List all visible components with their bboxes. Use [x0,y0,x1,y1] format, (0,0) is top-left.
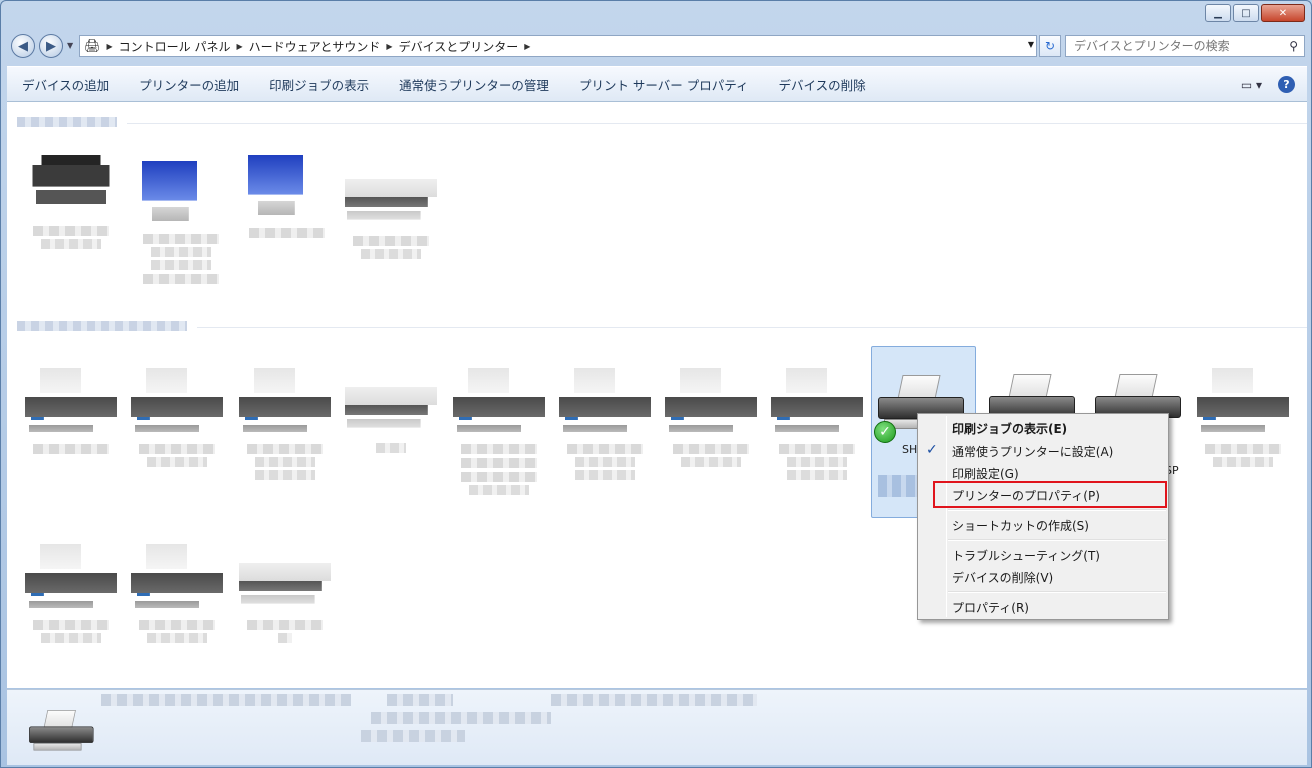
printer-icon [25,368,117,440]
printer-tile[interactable] [235,368,335,480]
manage-default-printers-button[interactable]: 通常使うプリンターの管理 [384,75,564,94]
check-icon: ✓ [926,442,938,458]
remove-device-button[interactable]: デバイスの削除 [764,75,881,94]
view-icon: ▭ ▾ [1240,77,1262,92]
menu-item-printing-preferences[interactable]: 印刷設定(G) [952,465,1019,482]
computer-icon [241,152,333,224]
device-icon [25,150,117,222]
forward-button[interactable]: ▶ [39,34,63,58]
help-icon: ? [1283,78,1290,91]
breadcrumb-hardware-sound[interactable]: ハードウェアとサウンド [245,38,385,55]
device-tile[interactable] [237,152,337,238]
chevron-down-icon: ▼ [67,41,74,50]
printer-icon [665,368,757,440]
device-tile[interactable] [341,160,441,259]
printer-icon [25,544,117,616]
view-options-button[interactable]: ▭ ▾ [1241,78,1262,92]
device-tile[interactable] [131,158,231,284]
breadcrumb-devices-printers[interactable]: デバイスとプリンター [395,38,523,55]
details-pane [7,689,1307,765]
maximize-button[interactable]: □ [1233,4,1259,22]
refresh-button[interactable]: ↻ [1039,35,1061,57]
printer-tile[interactable] [767,368,867,480]
command-bar-right: ▭ ▾ ? [1241,76,1295,93]
printer-tile[interactable] [555,368,655,480]
menu-item-properties[interactable]: プロパティ(R) [952,599,1029,616]
back-button[interactable]: ◀ [11,34,35,58]
chevron-right-icon: ▶ [236,41,243,51]
navigation-row: ◀ ▶ ▼ 🖨 ▶ コントロール パネル ▶ ハードウェアとサウンド ▶ デバイ… [9,31,1305,61]
refresh-icon: ↻ [1044,39,1056,53]
printer-tile[interactable] [127,368,227,467]
menu-item-see-print-jobs[interactable]: 印刷ジョブの表示(E) [952,420,1067,437]
arrow-left-icon: ◀ [18,38,28,54]
address-dropdown-icon[interactable]: ▼ [1028,40,1034,49]
printer-tile[interactable] [449,368,549,495]
printer-icon [131,544,223,616]
caption-buttons: ▁ □ ✕ [1205,4,1305,22]
printers-group-header [17,318,1307,334]
context-menu: ✓ 印刷ジョブの表示(E) 通常使うプリンターに設定(A) 印刷設定(G) プリ… [917,413,1169,620]
selected-printer-label: SH [902,443,918,456]
close-button[interactable]: ✕ [1261,4,1305,22]
printer-tile[interactable] [1193,368,1293,467]
printer-icon [559,368,651,440]
printer-icon [239,544,331,616]
menu-item-remove-device[interactable]: デバイスの削除(V) [952,569,1053,586]
highlight-box [933,481,1167,508]
recent-pages-dropdown[interactable]: ▼ [67,41,73,50]
printer-icon [771,368,863,440]
menu-item-create-shortcut[interactable]: ショートカットの作成(S) [952,517,1089,534]
printer-tile[interactable] [235,544,335,643]
printer-tile[interactable] [661,368,761,467]
device-tile[interactable] [21,150,121,249]
printer-icon [345,368,437,440]
search-icon[interactable]: ⚲ [1289,39,1298,53]
printer-icon [131,368,223,440]
search-input[interactable] [1074,39,1284,53]
add-device-button[interactable]: デバイスの追加 [7,75,124,94]
printer-icon [1197,368,1289,440]
search-box[interactable]: ⚲ [1065,35,1305,57]
breadcrumb-control-panel[interactable]: コントロール パネル [115,38,235,55]
devices-and-printers-window: ▁ □ ✕ ◀ ▶ ▼ 🖨 ▶ コントロール パネル ▶ ハードウェアとサウンド… [0,0,1312,768]
chevron-right-icon: ▶ [106,41,113,51]
printer-tile[interactable] [127,544,227,643]
menu-item-troubleshoot[interactable]: トラブルシューティング(T) [952,547,1100,564]
computer-icon [135,158,227,230]
minimize-button[interactable]: ▁ [1205,4,1231,22]
arrow-right-icon: ▶ [46,38,56,54]
chevron-right-icon: ▶ [386,41,393,51]
help-button[interactable]: ? [1278,76,1295,93]
printer-icon [453,368,545,440]
print-server-properties-button[interactable]: プリント サーバー プロパティ [564,75,764,94]
address-bar[interactable]: 🖨 ▶ コントロール パネル ▶ ハードウェアとサウンド ▶ デバイスとプリンタ… [79,35,1037,57]
printer-tile[interactable] [341,368,441,453]
default-printer-check-icon: ✓ [874,421,896,443]
printer-folder-icon: 🖨 [84,38,101,54]
see-print-jobs-button[interactable]: 印刷ジョブの表示 [254,75,384,94]
devices-group-header [17,114,1307,130]
printer-icon [239,368,331,440]
command-bar: デバイスの追加 プリンターの追加 印刷ジョブの表示 通常使うプリンターの管理 プ… [7,66,1307,102]
menu-item-set-default[interactable]: 通常使うプリンターに設定(A) [952,443,1113,460]
chevron-right-icon: ▶ [524,41,531,51]
printer-tile[interactable] [21,368,121,454]
scanner-icon [345,160,437,232]
add-printer-button[interactable]: プリンターの追加 [124,75,254,94]
printer-tile[interactable] [21,544,121,643]
